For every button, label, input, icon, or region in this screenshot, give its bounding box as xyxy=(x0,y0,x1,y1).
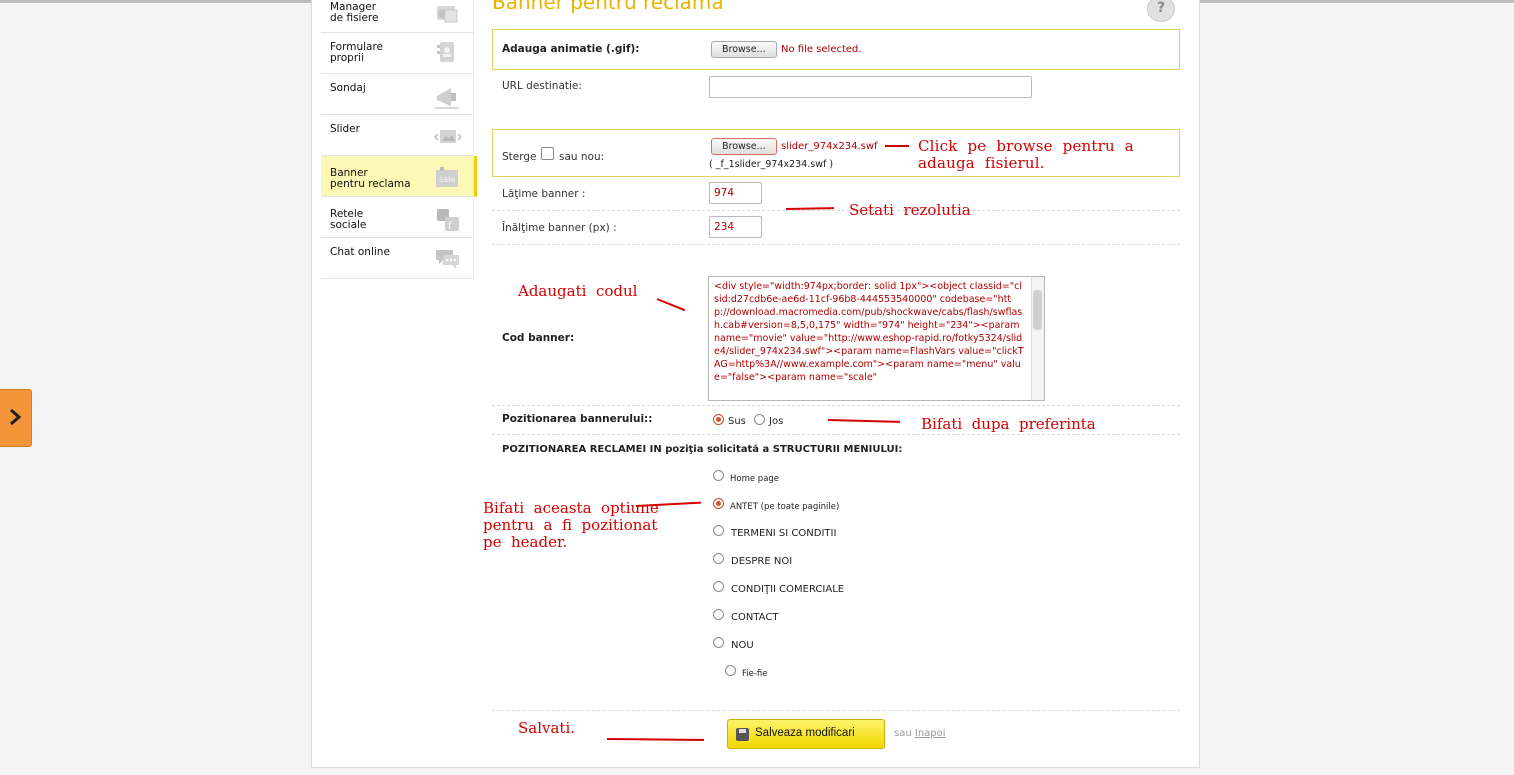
placement-home-label: Home page xyxy=(730,474,780,484)
placement-termeni-label: TERMENI SI CONDITII xyxy=(731,528,837,539)
banner-width-input[interactable] xyxy=(709,182,762,204)
sidebar-item-slider[interactable]: Slider xyxy=(321,115,474,156)
url-label: URL destinatie: xyxy=(502,80,582,92)
placement-contact-radio[interactable] xyxy=(713,609,724,620)
banner-code-textarea[interactable]: <div style="width:974px;border: solid 1p… xyxy=(708,276,1045,401)
chevron-right-icon xyxy=(10,408,22,426)
sidebar-item-file-manager[interactable]: Manager de fisiere xyxy=(321,0,474,33)
placement-heading: POZITIONAREA RECLAMEI IN poziţia solicit… xyxy=(502,444,903,455)
sidebar-item-social[interactable]: Retele sociale f xyxy=(321,197,474,238)
sidebar-item-label: Retele sociale xyxy=(330,208,367,231)
divider xyxy=(492,710,1180,711)
annotation-code: Adaugati codul xyxy=(518,282,638,300)
sidebar-item-forms[interactable]: Formulare proprii xyxy=(321,33,474,74)
placement-despre-radio[interactable] xyxy=(713,553,724,564)
divider xyxy=(492,210,1180,211)
divider xyxy=(492,244,1180,245)
sidebar-item-label: Slider xyxy=(330,123,360,135)
position-sus-radio[interactable] xyxy=(713,414,724,425)
placement-antet-radio[interactable] xyxy=(713,498,724,509)
height-label: Înălţime banner (px) : xyxy=(502,222,617,234)
placement-fie-fie-label: Fie-fie xyxy=(742,669,768,679)
sidebar-item-banner[interactable]: Banner pentru reclama sale xyxy=(321,156,477,197)
banner-height-input[interactable] xyxy=(709,216,762,238)
or-text: sau xyxy=(894,728,912,739)
forms-icon xyxy=(437,42,454,62)
annotation-save: Salvati. xyxy=(518,719,576,737)
sidebar-item-label: Formulare proprii xyxy=(330,41,384,64)
megaphone-icon xyxy=(435,88,459,109)
delete-file-checkbox[interactable] xyxy=(541,147,554,160)
placement-nou-radio[interactable] xyxy=(713,637,724,648)
swf-browse-button[interactable]: Browse... xyxy=(711,138,777,155)
width-label: Lăţime banner : xyxy=(502,188,586,200)
back-link-group: sau Inapoi xyxy=(894,728,946,739)
sidebar-item-label: Banner pentru reclama xyxy=(330,167,411,190)
slider-icon xyxy=(433,130,461,143)
position-sus-label: Sus xyxy=(728,416,746,427)
sidebar-item-chat[interactable]: Chat online xyxy=(321,238,474,279)
sale-banner-icon: sale xyxy=(436,167,458,187)
placement-conditii-radio[interactable] xyxy=(713,581,724,592)
gif-browse-button[interactable]: Browse... xyxy=(711,41,777,58)
page-title: Banner pentru reclama xyxy=(492,0,724,14)
placement-conditii-label: CONDIŢII COMERCIALE xyxy=(731,584,845,595)
placement-nou-label: NOU xyxy=(731,640,754,651)
sidebar-toggle-button[interactable] xyxy=(0,389,32,447)
divider xyxy=(492,405,1180,406)
svg-text:sale: sale xyxy=(439,175,455,184)
social-icon: f xyxy=(437,209,459,232)
chat-icon xyxy=(436,250,459,269)
annotation-header-option: Bifati aceasta optiune pentru a fi pozit… xyxy=(483,499,659,551)
sau-nou-label: sau nou: xyxy=(559,151,605,163)
floppy-disk-icon xyxy=(736,728,749,741)
svg-text:f: f xyxy=(448,221,452,232)
sidebar-item-label: Chat online xyxy=(330,246,390,258)
placement-contact-label: CONTACT xyxy=(731,612,779,623)
placement-termeni-radio[interactable] xyxy=(713,525,724,536)
save-button[interactable]: Salveaza modificari xyxy=(727,719,885,749)
position-label: Pozitionarea bannerului:: xyxy=(502,413,653,425)
annotation-line xyxy=(885,145,909,147)
gif-no-file-text: No file selected. xyxy=(781,44,862,55)
back-link[interactable]: Inapoi xyxy=(915,728,946,739)
annotation-resolution: Setati rezolutia xyxy=(849,201,971,219)
divider xyxy=(492,434,1180,435)
sidebar-item-poll[interactable]: Sondaj xyxy=(321,74,474,115)
gif-label: Adauga animatie (.gif): xyxy=(502,43,640,55)
sidebar-item-label: Sondaj xyxy=(330,82,366,94)
placement-home-radio[interactable] xyxy=(713,470,724,481)
sterge-label: Sterge xyxy=(502,151,537,163)
position-jos-label: Jos xyxy=(769,416,784,427)
file-manager-icon xyxy=(437,6,458,23)
code-label: Cod banner: xyxy=(502,332,575,344)
banner-code-text: <div style="width:974px;border: solid 1p… xyxy=(714,281,1024,383)
url-destination-input[interactable] xyxy=(709,76,1032,98)
sidebar-item-label: Manager de fisiere xyxy=(330,1,379,24)
placement-fie-fie-radio[interactable] xyxy=(725,665,736,676)
placement-antet-label: ANTET (pe toate paginile) xyxy=(730,502,840,512)
scrollbar-thumb[interactable] xyxy=(1033,290,1042,330)
swf-current-file: ( _f_1slider_974x234.swf ) xyxy=(709,159,834,170)
annotation-preference: Bifati dupa preferinta xyxy=(921,415,1096,433)
save-button-label: Salveaza modificari xyxy=(755,727,855,739)
placement-despre-label: DESPRE NOI xyxy=(731,556,793,567)
swf-selected-file: slider_974x234.swf xyxy=(781,141,878,152)
annotation-browse: Click pe browse pentru a adauga fisierul… xyxy=(918,137,1134,172)
position-jos-radio[interactable] xyxy=(754,414,765,425)
code-scrollbar[interactable] xyxy=(1031,277,1044,400)
